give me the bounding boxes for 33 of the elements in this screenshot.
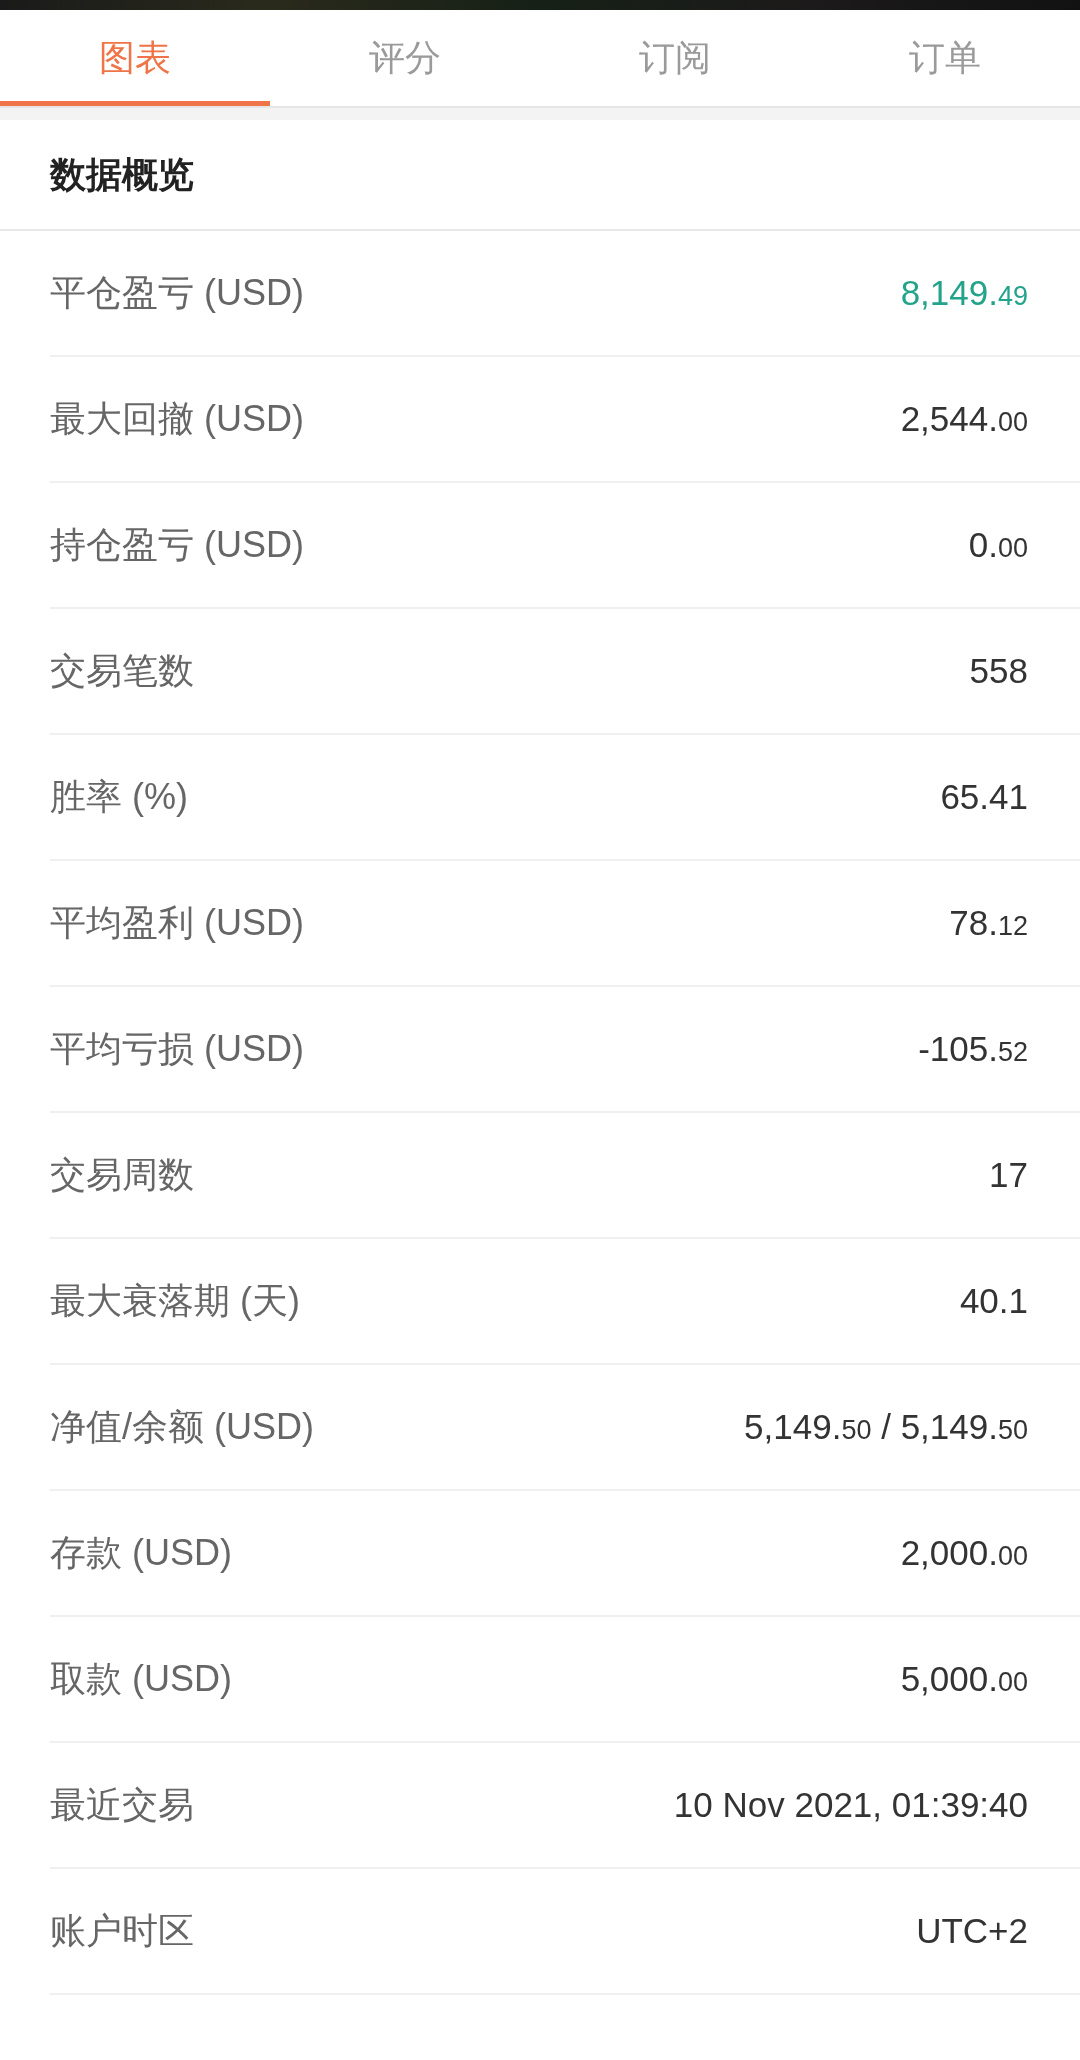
stat-label: 平均亏损 (USD): [50, 1027, 304, 1071]
stat-value: 2,544.00: [900, 397, 1028, 440]
stat-value: 2,000.00: [900, 1531, 1028, 1574]
stat-value: 5,149.50 / 5,149.50: [744, 1405, 1028, 1448]
stat-label: 存款 (USD): [50, 1531, 232, 1575]
stat-value: 0.00: [968, 523, 1028, 566]
stat-value: UTC+2: [916, 1909, 1028, 1952]
stat-label: 平仓盈亏 (USD): [50, 271, 304, 315]
tab[interactable]: 订单: [810, 10, 1080, 106]
section-title: 数据概览: [50, 152, 194, 197]
stat-label: 账户时区: [50, 1909, 194, 1953]
stat-label: 持仓盈亏 (USD): [50, 523, 304, 567]
stat-value: 8,149.49: [900, 271, 1028, 314]
stat-label: 取款 (USD): [50, 1657, 232, 1701]
stat-label: 最近交易: [50, 1783, 194, 1827]
stat-label: 胜率 (%): [50, 775, 188, 819]
stat-value: 78.12: [949, 901, 1028, 944]
tab[interactable]: 评分: [270, 10, 540, 106]
stat-value: 5,000.00: [900, 1657, 1028, 1700]
stat-value: 10 Nov 2021, 01:39:40: [673, 1783, 1028, 1826]
stat-label: 交易笔数: [50, 649, 194, 693]
tab[interactable]: 订阅: [540, 10, 810, 106]
stat-label: 交易周数: [50, 1153, 194, 1197]
stat-value: 40.1: [959, 1279, 1028, 1322]
stat-label: 净值/余额 (USD): [50, 1405, 314, 1449]
stat-label: 最大衰落期 (天): [50, 1279, 300, 1323]
stat-label: 平均盈利 (USD): [50, 901, 304, 945]
stat-value: 558: [969, 649, 1028, 692]
tab[interactable]: 图表: [0, 10, 270, 106]
stat-label: 最大回撤 (USD): [50, 397, 304, 441]
stat-value: -105.52: [918, 1027, 1028, 1070]
stat-value: 17: [989, 1153, 1028, 1196]
stat-value: 65.41: [940, 775, 1028, 818]
